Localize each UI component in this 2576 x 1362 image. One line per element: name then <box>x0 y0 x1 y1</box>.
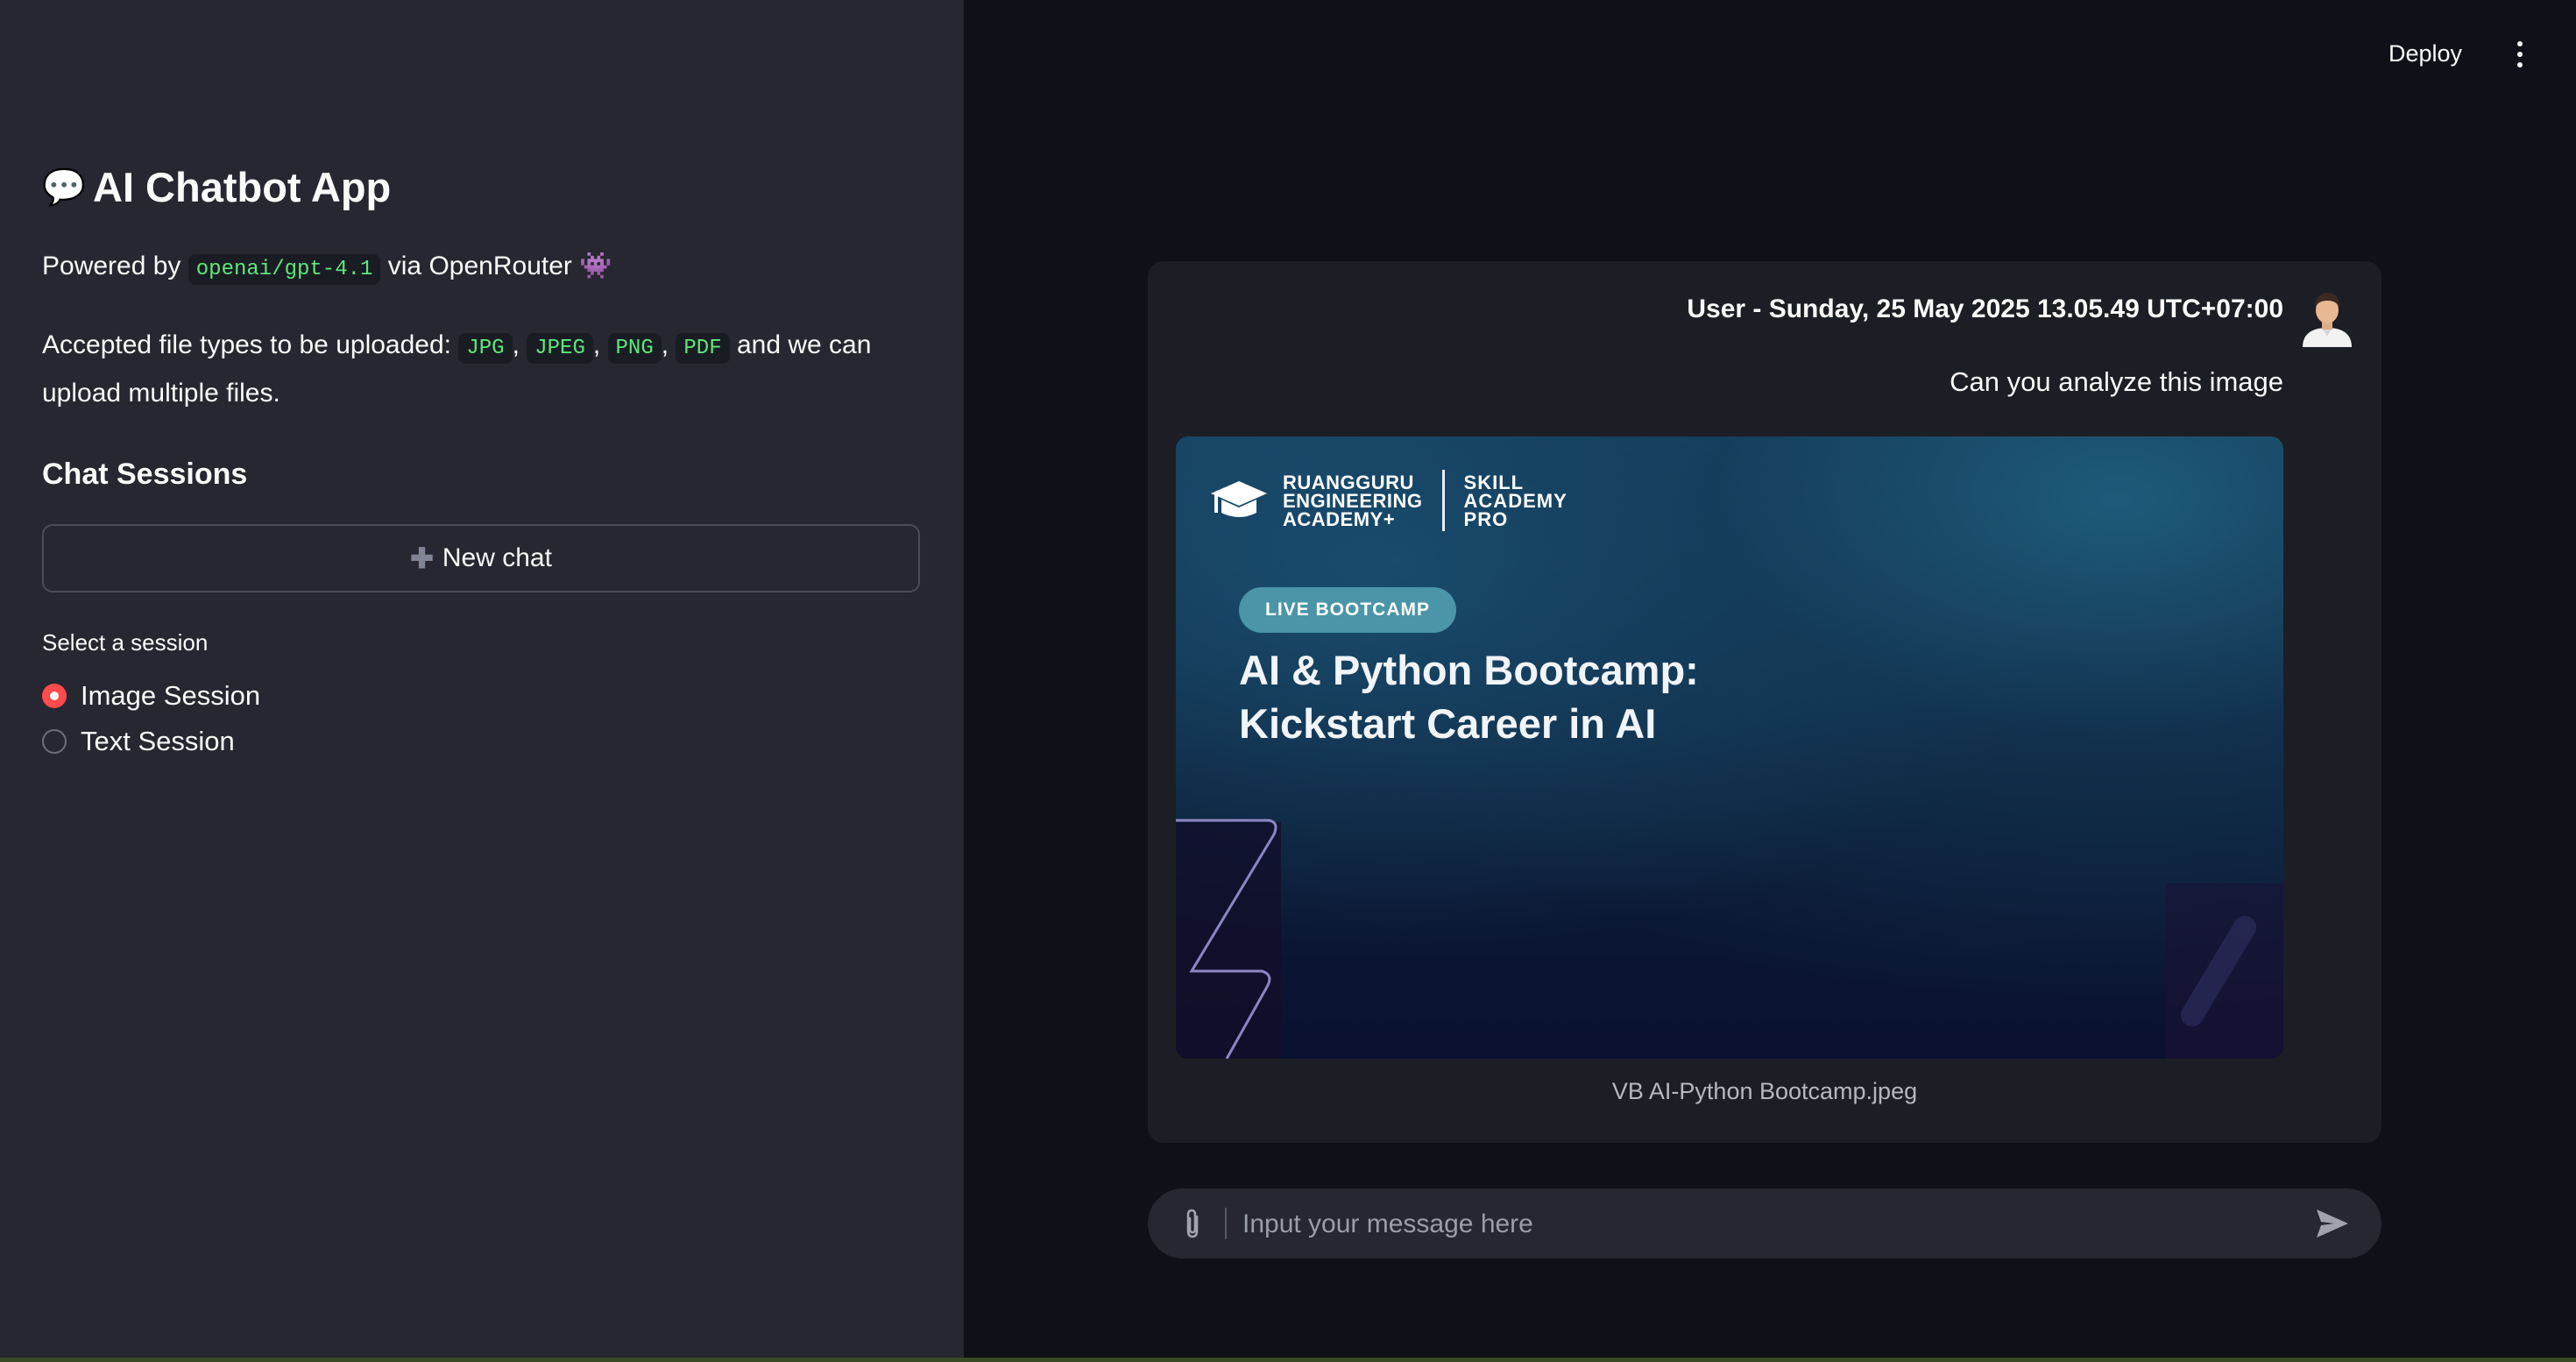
file-type-jpg: JPG <box>458 333 513 364</box>
accepted-file-types: Accepted file types to be uploaded: JPG,… <box>42 330 872 408</box>
live-bootcamp-pill: LIVE BOOTCAMP <box>1239 587 1457 633</box>
chat-input-bar <box>1148 1188 2381 1260</box>
brand-line: SKILL <box>1463 471 1525 493</box>
message-meta: User - Sunday, 25 May 2025 13.05.49 UTC+… <box>1687 294 2283 323</box>
bottom-edge <box>0 1358 2576 1362</box>
message-input[interactable] <box>1241 1188 2278 1260</box>
chat-sessions-heading: Chat Sessions <box>42 458 248 491</box>
app-title-text: AI Chatbot App <box>93 164 392 210</box>
radio-unselected-icon <box>42 729 67 754</box>
powered-by-line: Powered by openai/gpt-4.1 via OpenRouter… <box>42 251 612 285</box>
chat-message: User - Sunday, 25 May 2025 13.05.49 UTC+… <box>1148 261 2381 1143</box>
send-icon[interactable] <box>2315 1208 2350 1239</box>
speech-bubble-icon: 💬 <box>42 168 86 207</box>
image-caption: VB AI-Python Bootcamp.jpeg <box>1611 1078 1918 1104</box>
input-divider <box>1225 1208 1227 1239</box>
session-label: Text Session <box>81 726 235 756</box>
file-type-pdf: PDF <box>676 333 730 364</box>
radio-selected-icon <box>42 684 67 708</box>
org-line: ENGINEERING <box>1283 489 1423 512</box>
org-line: ACADEMY+ <box>1283 507 1396 530</box>
banner-title-line: AI & Python Bootcamp: <box>1239 647 1699 693</box>
plus-icon: ✚ <box>410 543 434 574</box>
alien-monster-icon: 👾 <box>579 252 612 280</box>
message-text: Can you analyze this image <box>1950 366 2283 397</box>
app-title: 💬 AI Chatbot App <box>42 163 391 211</box>
org-line: RUANGGURU <box>1283 471 1414 493</box>
paperclip-icon[interactable] <box>1179 1208 1206 1239</box>
banner-title: AI & Python Bootcamp: Kickstart Career i… <box>1239 643 1699 750</box>
graduation-cap-icon <box>1211 481 1267 517</box>
session-radio-text[interactable]: Text Session <box>42 726 235 757</box>
file-type-png: PNG <box>607 333 662 364</box>
user-avatar-icon <box>2303 293 2352 347</box>
accepted-prefix: Accepted file types to be uploaded: <box>42 330 451 359</box>
model-code: openai/gpt-4.1 <box>188 254 381 285</box>
logo-separator <box>1441 470 1445 531</box>
attached-image: RUANGGURU ENGINEERING ACADEMY+ SKILL ACA… <box>1176 436 2283 1059</box>
new-chat-button[interactable]: ✚ New chat <box>42 524 920 592</box>
brand-line: ACADEMY <box>1463 489 1568 512</box>
kebab-menu-icon[interactable] <box>2516 41 2523 67</box>
brand-line: PRO <box>1463 507 1509 530</box>
banner-logo: RUANGGURU ENGINEERING ACADEMY+ SKILL ACA… <box>1207 470 1568 531</box>
deploy-button[interactable]: Deploy <box>2388 40 2462 67</box>
file-type-jpeg: JPEG <box>527 333 593 364</box>
new-chat-label: New chat <box>442 543 552 572</box>
select-session-label: Select a session <box>42 629 209 656</box>
powered-suffix: via OpenRouter <box>387 252 572 280</box>
banner-title-line: Kickstart Career in AI <box>1239 700 1657 747</box>
sidebar: 💬 AI Chatbot App Powered by openai/gpt-4… <box>0 0 964 1358</box>
session-label: Image Session <box>81 680 261 711</box>
powered-prefix: Powered by <box>42 252 181 280</box>
session-radio-image[interactable]: Image Session <box>42 680 260 712</box>
